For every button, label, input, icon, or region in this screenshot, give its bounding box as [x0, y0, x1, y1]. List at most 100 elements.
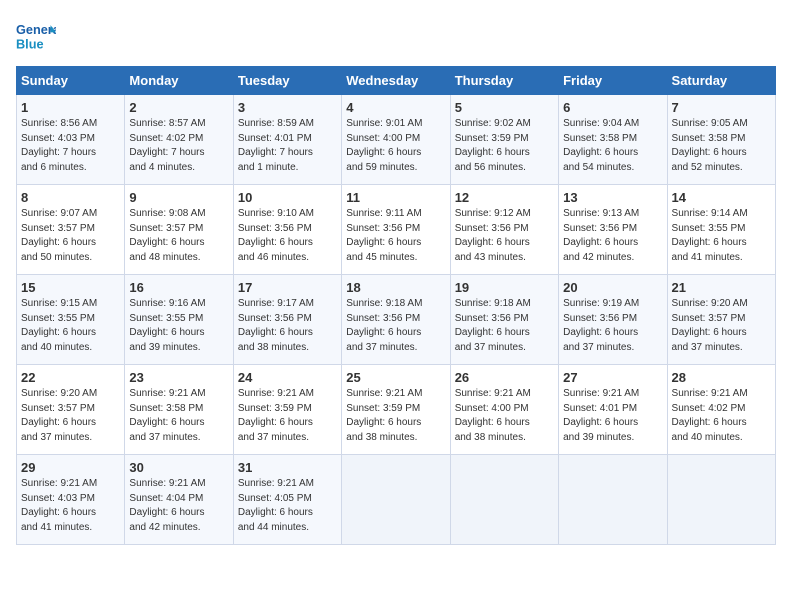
day-info: Sunrise: 9:21 AMSunset: 4:02 PMDaylight:… — [672, 387, 771, 445]
calendar-table: SundayMondayTuesdayWednesdayThursdayFrid… — [16, 66, 776, 545]
day-number: 29 — [21, 460, 120, 475]
day-number: 20 — [563, 280, 662, 295]
day-number: 22 — [21, 370, 120, 385]
day-number: 13 — [563, 190, 662, 205]
calendar-cell: 19 Sunrise: 9:18 AMSunset: 3:56 PMDayligh… — [450, 275, 558, 365]
calendar-cell: 1Sunrise: 8:56 AMSunset: 4:03 PMDaylight… — [17, 95, 125, 185]
day-number: 28 — [672, 370, 771, 385]
calendar-cell: 14 Sunrise: 9:14 AMSunset: 3:55 PMDayligh… — [667, 185, 775, 275]
day-info: Sunrise: 9:21 AMSunset: 3:59 PMDaylight:… — [238, 387, 337, 445]
weekday-header-saturday: Saturday — [667, 67, 775, 95]
day-info: Sunrise: 9:15 AMSunset: 3:55 PMDaylight:… — [21, 297, 120, 355]
day-number: 11 — [346, 190, 445, 205]
day-info: Sunrise: 9:07 AMSunset: 3:57 PMDaylight:… — [21, 207, 120, 265]
day-number: 7 — [672, 100, 771, 115]
calendar-cell: 5Sunrise: 9:02 AMSunset: 3:59 PMDaylight… — [450, 95, 558, 185]
day-info: Sunrise: 9:18 AMSunset: 3:56 PMDaylight:… — [346, 297, 445, 355]
calendar-cell: 6 Sunrise: 9:04 AMSunset: 3:58 PMDaylight… — [559, 95, 667, 185]
day-number: 30 — [129, 460, 228, 475]
day-info: Sunrise: 9:04 AMSunset: 3:58 PMDaylight:… — [563, 117, 662, 175]
calendar-cell: 4 Sunrise: 9:01 AMSunset: 4:00 PMDaylight… — [342, 95, 450, 185]
weekday-header-wednesday: Wednesday — [342, 67, 450, 95]
day-number: 16 — [129, 280, 228, 295]
calendar-cell: 30 Sunrise: 9:21 AMSunset: 4:04 PMDayligh… — [125, 455, 233, 545]
week-row-3: 15 Sunrise: 9:15 AMSunset: 3:55 PMDayligh… — [17, 275, 776, 365]
calendar-cell — [450, 455, 558, 545]
calendar-cell: 29 Sunrise: 9:21 AMSunset: 4:03 PMDayligh… — [17, 455, 125, 545]
logo-svg: General Blue — [16, 16, 56, 56]
calendar-cell: 10 Sunrise: 9:10 AMSunset: 3:56 PMDayligh… — [233, 185, 341, 275]
day-info: Sunrise: 9:11 AMSunset: 3:56 PMDaylight:… — [346, 207, 445, 265]
day-number: 25 — [346, 370, 445, 385]
calendar-cell — [342, 455, 450, 545]
weekday-header-friday: Friday — [559, 67, 667, 95]
day-number: 15 — [21, 280, 120, 295]
calendar-cell: 21Sunrise: 9:20 AMSunset: 3:57 PMDayligh… — [667, 275, 775, 365]
day-info: Sunrise: 9:14 AMSunset: 3:55 PMDaylight:… — [672, 207, 771, 265]
day-info: Sunrise: 9:21 AMSunset: 4:04 PMDaylight:… — [129, 477, 228, 535]
day-info: Sunrise: 9:21 AMSunset: 3:59 PMDaylight:… — [346, 387, 445, 445]
day-number: 1 — [21, 100, 120, 115]
weekday-header-thursday: Thursday — [450, 67, 558, 95]
svg-text:General: General — [16, 22, 56, 37]
day-info: Sunrise: 9:21 AMSunset: 4:03 PMDaylight:… — [21, 477, 120, 535]
day-number: 18 — [346, 280, 445, 295]
calendar-cell: 20Sunrise: 9:19 AMSunset: 3:56 PMDayligh… — [559, 275, 667, 365]
day-number: 27 — [563, 370, 662, 385]
day-info: Sunrise: 9:01 AMSunset: 4:00 PMDaylight:… — [346, 117, 445, 175]
day-number: 6 — [563, 100, 662, 115]
day-info: Sunrise: 9:21 AMSunset: 4:05 PMDaylight:… — [238, 477, 337, 535]
page-header: General Blue — [16, 16, 776, 56]
day-number: 8 — [21, 190, 120, 205]
day-number: 24 — [238, 370, 337, 385]
day-number: 23 — [129, 370, 228, 385]
day-info: Sunrise: 8:59 AMSunset: 4:01 PMDaylight:… — [238, 117, 337, 175]
calendar-cell: 26 Sunrise: 9:21 AMSunset: 4:00 PMDayligh… — [450, 365, 558, 455]
calendar-cell: 13 Sunrise: 9:13 AMSunset: 3:56 PMDayligh… — [559, 185, 667, 275]
day-number: 19 — [455, 280, 554, 295]
day-number: 10 — [238, 190, 337, 205]
logo: General Blue — [16, 16, 56, 56]
day-info: Sunrise: 9:08 AMSunset: 3:57 PMDaylight:… — [129, 207, 228, 265]
calendar-cell — [667, 455, 775, 545]
calendar-cell: 2 Sunrise: 8:57 AMSunset: 4:02 PMDaylight… — [125, 95, 233, 185]
day-number: 9 — [129, 190, 228, 205]
logo-graphic: General Blue — [16, 16, 56, 56]
calendar-cell: 23Sunrise: 9:21 AMSunset: 3:58 PMDayligh… — [125, 365, 233, 455]
day-number: 21 — [672, 280, 771, 295]
day-info: Sunrise: 9:17 AMSunset: 3:56 PMDaylight:… — [238, 297, 337, 355]
calendar-cell: 24 Sunrise: 9:21 AMSunset: 3:59 PMDayligh… — [233, 365, 341, 455]
calendar-cell: 28 Sunrise: 9:21 AMSunset: 4:02 PMDayligh… — [667, 365, 775, 455]
day-number: 17 — [238, 280, 337, 295]
calendar-cell: 22 Sunrise: 9:20 AMSunset: 3:57 PMDayligh… — [17, 365, 125, 455]
calendar-cell: 3Sunrise: 8:59 AMSunset: 4:01 PMDaylight… — [233, 95, 341, 185]
day-info: Sunrise: 9:21 AMSunset: 4:00 PMDaylight:… — [455, 387, 554, 445]
day-number: 26 — [455, 370, 554, 385]
calendar-cell: 7Sunrise: 9:05 AMSunset: 3:58 PMDaylight… — [667, 95, 775, 185]
day-info: Sunrise: 9:18 AMSunset: 3:56 PMDaylight:… — [455, 297, 554, 355]
day-number: 31 — [238, 460, 337, 475]
day-number: 12 — [455, 190, 554, 205]
day-number: 5 — [455, 100, 554, 115]
calendar-cell: 31 Sunrise: 9:21 AMSunset: 4:05 PMDayligh… — [233, 455, 341, 545]
day-info: Sunrise: 8:57 AMSunset: 4:02 PMDaylight:… — [129, 117, 228, 175]
day-info: Sunrise: 9:16 AMSunset: 3:55 PMDaylight:… — [129, 297, 228, 355]
day-info: Sunrise: 9:21 AMSunset: 4:01 PMDaylight:… — [563, 387, 662, 445]
calendar-cell: 12Sunrise: 9:12 AMSunset: 3:56 PMDayligh… — [450, 185, 558, 275]
day-number: 4 — [346, 100, 445, 115]
week-row-4: 22 Sunrise: 9:20 AMSunset: 3:57 PMDayligh… — [17, 365, 776, 455]
calendar-cell: 9 Sunrise: 9:08 AMSunset: 3:57 PMDaylight… — [125, 185, 233, 275]
day-info: Sunrise: 9:13 AMSunset: 3:56 PMDaylight:… — [563, 207, 662, 265]
calendar-cell: 27 Sunrise: 9:21 AMSunset: 4:01 PMDayligh… — [559, 365, 667, 455]
week-row-5: 29 Sunrise: 9:21 AMSunset: 4:03 PMDayligh… — [17, 455, 776, 545]
day-info: Sunrise: 9:20 AMSunset: 3:57 PMDaylight:… — [21, 387, 120, 445]
day-info: Sunrise: 9:10 AMSunset: 3:56 PMDaylight:… — [238, 207, 337, 265]
weekday-header-monday: Monday — [125, 67, 233, 95]
calendar-cell: 8 Sunrise: 9:07 AMSunset: 3:57 PMDaylight… — [17, 185, 125, 275]
calendar-cell: 18 Sunrise: 9:18 AMSunset: 3:56 PMDayligh… — [342, 275, 450, 365]
calendar-cell — [559, 455, 667, 545]
day-number: 2 — [129, 100, 228, 115]
calendar-cell: 25 Sunrise: 9:21 AMSunset: 3:59 PMDayligh… — [342, 365, 450, 455]
week-row-1: 1Sunrise: 8:56 AMSunset: 4:03 PMDaylight… — [17, 95, 776, 185]
day-number: 14 — [672, 190, 771, 205]
